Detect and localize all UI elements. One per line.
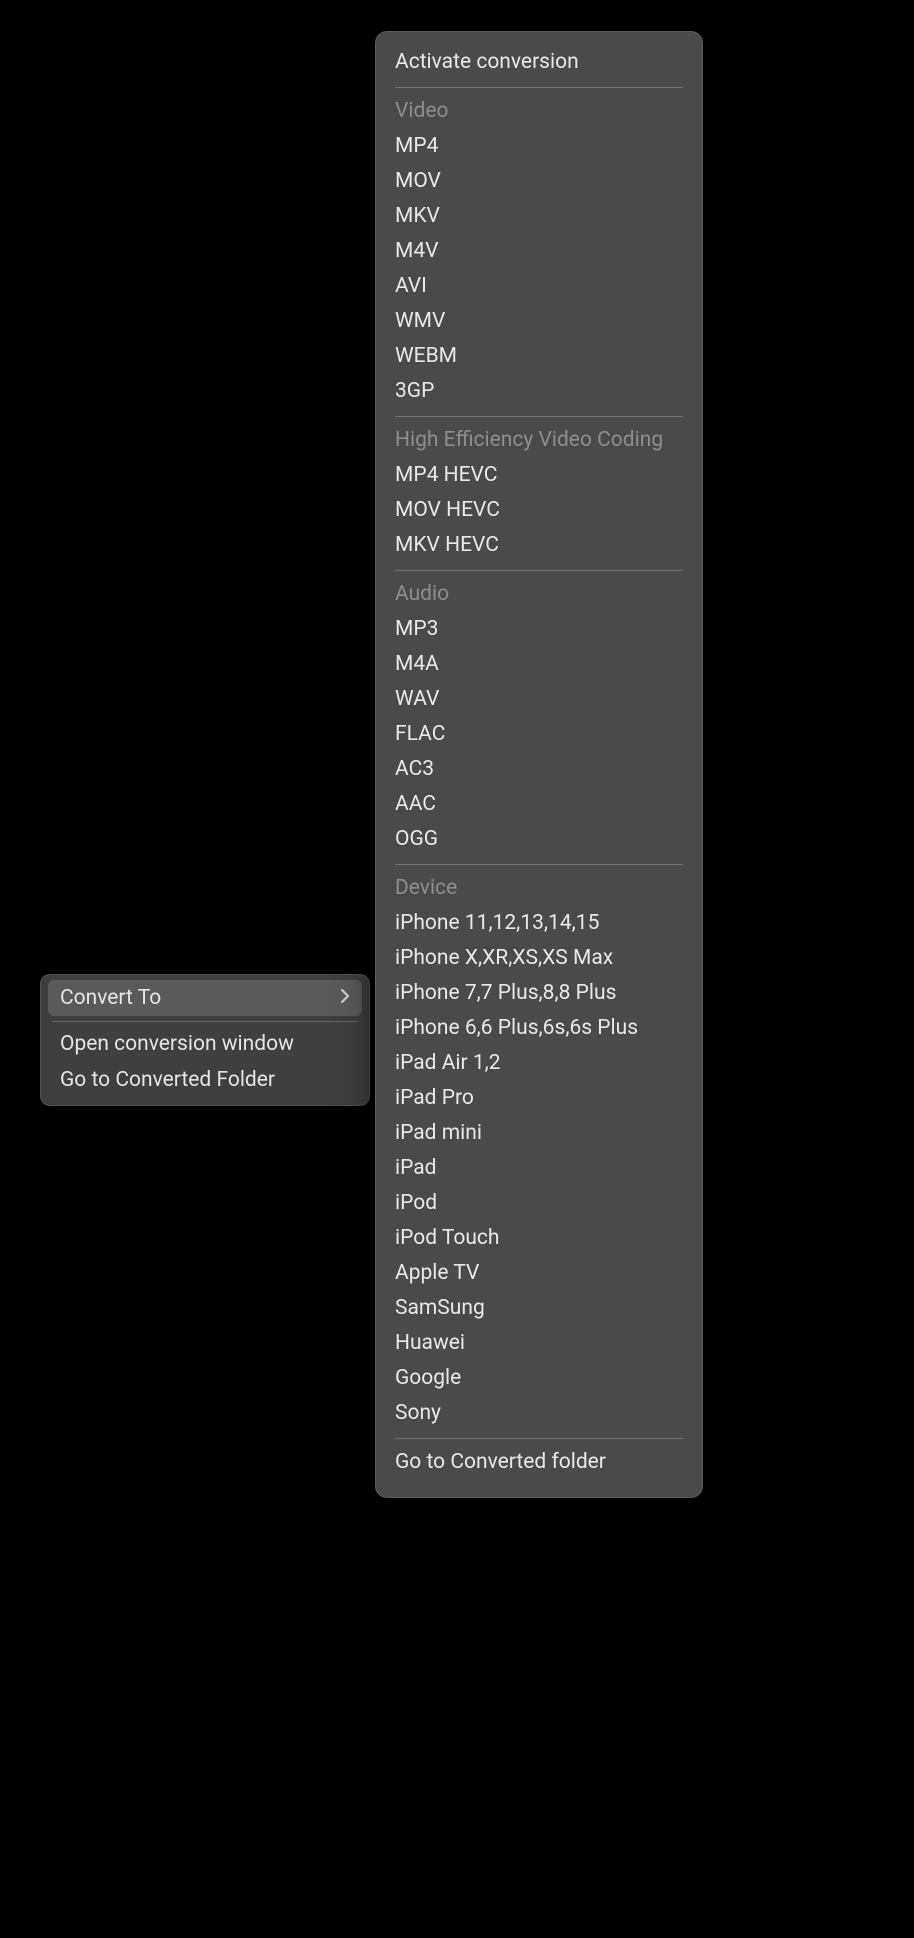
- context-menu: Convert To Open conversion window Go to …: [40, 974, 370, 1106]
- submenu-item-ipad-pro[interactable]: iPad Pro: [395, 1081, 683, 1116]
- submenu-item-m4v[interactable]: M4V: [395, 234, 683, 269]
- submenu-item-webm[interactable]: WEBM: [395, 339, 683, 374]
- submenu-item-mkv-hevc[interactable]: MKV HEVC: [395, 528, 683, 563]
- submenu-item-flac[interactable]: FLAC: [395, 717, 683, 752]
- submenu-item-mp4-hevc[interactable]: MP4 HEVC: [395, 458, 683, 493]
- submenu-item-iphone-x-series[interactable]: iPhone X,XR,XS,XS Max: [395, 941, 683, 976]
- submenu-item-mp3[interactable]: MP3: [395, 612, 683, 647]
- submenu-item-iphone-6[interactable]: iPhone 6,6 Plus,6s,6s Plus: [395, 1011, 683, 1046]
- submenu-item-sony[interactable]: Sony: [395, 1396, 683, 1431]
- menu-item-convert-to[interactable]: Convert To: [48, 980, 362, 1016]
- submenu-item-ipad-air[interactable]: iPad Air 1,2: [395, 1046, 683, 1081]
- menu-item-label: Go to Converted Folder: [60, 1062, 275, 1098]
- section-title-audio: Audio: [395, 577, 683, 612]
- menu-separator: [395, 87, 683, 88]
- submenu-item-activate-conversion[interactable]: Activate conversion: [395, 45, 683, 80]
- menu-item-label: Convert To: [60, 980, 161, 1016]
- submenu-item-go-to-converted-folder[interactable]: Go to Converted folder: [395, 1445, 683, 1480]
- submenu-item-wav[interactable]: WAV: [395, 682, 683, 717]
- submenu-item-huawei[interactable]: Huawei: [395, 1326, 683, 1361]
- submenu-item-3gp[interactable]: 3GP: [395, 374, 683, 409]
- section-title-hevc: High Efficiency Video Coding: [395, 423, 683, 458]
- menu-separator: [395, 864, 683, 865]
- chevron-right-icon: [340, 989, 350, 1007]
- submenu-item-ipod-touch[interactable]: iPod Touch: [395, 1221, 683, 1256]
- menu-separator: [395, 1438, 683, 1439]
- submenu-item-ipod[interactable]: iPod: [395, 1186, 683, 1221]
- section-title-device: Device: [395, 871, 683, 906]
- submenu-item-samsung[interactable]: SamSung: [395, 1291, 683, 1326]
- menu-item-label: Open conversion window: [60, 1026, 294, 1062]
- submenu-item-wmv[interactable]: WMV: [395, 304, 683, 339]
- menu-separator: [395, 570, 683, 571]
- submenu-item-ipad-mini[interactable]: iPad mini: [395, 1116, 683, 1151]
- submenu-item-aac[interactable]: AAC: [395, 787, 683, 822]
- submenu-item-iphone-7-8[interactable]: iPhone 7,7 Plus,8,8 Plus: [395, 976, 683, 1011]
- convert-to-submenu: Activate conversion Video MP4 MOV MKV M4…: [375, 31, 703, 1498]
- submenu-item-ac3[interactable]: AC3: [395, 752, 683, 787]
- submenu-item-google[interactable]: Google: [395, 1361, 683, 1396]
- submenu-item-apple-tv[interactable]: Apple TV: [395, 1256, 683, 1291]
- menu-item-go-to-converted-folder[interactable]: Go to Converted Folder: [48, 1062, 362, 1098]
- menu-separator: [52, 1021, 358, 1022]
- submenu-item-avi[interactable]: AVI: [395, 269, 683, 304]
- submenu-item-m4a[interactable]: M4A: [395, 647, 683, 682]
- menu-item-open-conversion-window[interactable]: Open conversion window: [48, 1026, 362, 1062]
- submenu-item-mov-hevc[interactable]: MOV HEVC: [395, 493, 683, 528]
- submenu-item-mov[interactable]: MOV: [395, 164, 683, 199]
- submenu-item-iphone-11-15[interactable]: iPhone 11,12,13,14,15: [395, 906, 683, 941]
- menu-separator: [395, 416, 683, 417]
- section-title-video: Video: [395, 94, 683, 129]
- submenu-item-ipad[interactable]: iPad: [395, 1151, 683, 1186]
- submenu-item-ogg[interactable]: OGG: [395, 822, 683, 857]
- submenu-item-mp4[interactable]: MP4: [395, 129, 683, 164]
- submenu-item-mkv[interactable]: MKV: [395, 199, 683, 234]
